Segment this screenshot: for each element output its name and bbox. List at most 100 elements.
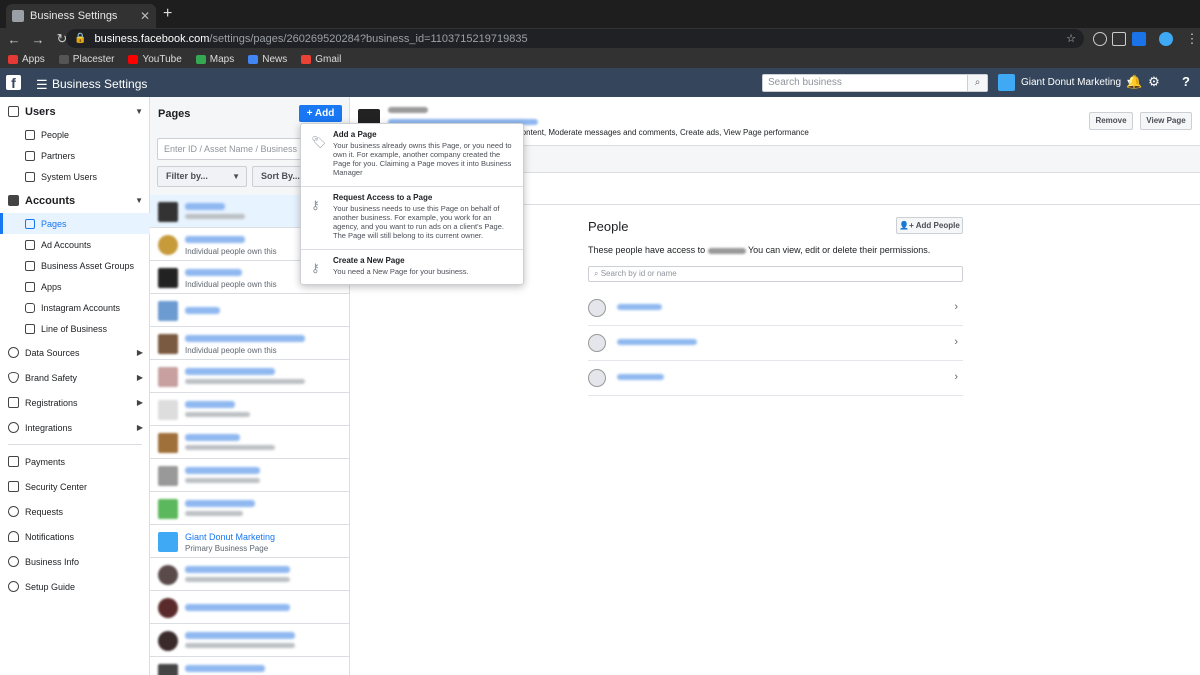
nav-requests[interactable]: Requests bbox=[0, 501, 150, 522]
bell-icon[interactable]: 🔔 bbox=[1126, 75, 1142, 89]
news-icon bbox=[248, 54, 259, 64]
remove-button[interactable]: Remove bbox=[1089, 112, 1133, 130]
nav-notifications[interactable]: Notifications bbox=[0, 526, 150, 547]
asset-search-input[interactable]: Enter ID / Asset Name / Business Name bbox=[157, 138, 307, 160]
nav-line-of-business[interactable]: Line of Business bbox=[0, 318, 150, 339]
nav-business-info[interactable]: Business Info bbox=[0, 551, 150, 572]
nav-users[interactable]: Users ▼ bbox=[0, 101, 150, 122]
nav-payments[interactable]: Payments bbox=[0, 451, 150, 472]
gmail-icon bbox=[301, 54, 312, 64]
page-row[interactable] bbox=[150, 426, 349, 459]
page-row[interactable] bbox=[150, 294, 349, 327]
facebook-logo-icon[interactable]: f bbox=[6, 75, 21, 91]
profile-avatar[interactable] bbox=[1159, 32, 1173, 46]
forward-icon[interactable]: → bbox=[28, 32, 48, 47]
menu-dots-icon[interactable]: ⋮ bbox=[1182, 31, 1200, 47]
person-avatar-icon bbox=[588, 369, 606, 387]
add-page-button[interactable]: + Add bbox=[299, 105, 342, 122]
bookmark-star-icon[interactable]: ☆ bbox=[1066, 32, 1076, 45]
page-row[interactable] bbox=[150, 393, 349, 426]
bookmark-maps[interactable]: Maps bbox=[195, 54, 234, 65]
accounts-icon bbox=[8, 195, 19, 206]
extension-icon[interactable] bbox=[1132, 32, 1146, 46]
add-people-button[interactable]: 👤+ Add People bbox=[896, 217, 963, 234]
chevron-right-icon: ▶ bbox=[136, 348, 143, 357]
gear-icon[interactable]: ⚙ bbox=[1147, 75, 1161, 89]
nav-instagram[interactable]: Instagram Accounts bbox=[0, 297, 150, 318]
menu-item-create-page[interactable]: ⚷ Create a New Page You need a New Page … bbox=[301, 256, 523, 276]
nav-data-sources[interactable]: Data Sources ▶ bbox=[0, 342, 150, 363]
page-row[interactable] bbox=[150, 591, 349, 624]
person-row[interactable]: › bbox=[588, 291, 963, 326]
browser-tab[interactable]: Business Settings ✕ bbox=[6, 4, 156, 28]
nav-people[interactable]: People bbox=[0, 124, 150, 145]
new-tab-icon[interactable]: + bbox=[163, 5, 172, 23]
page-name bbox=[185, 269, 242, 276]
business-logo bbox=[998, 74, 1015, 91]
menu-item-add-page[interactable]: 🏷 Add a Page Your business already owns … bbox=[301, 130, 523, 177]
chevron-down-icon: ▼ bbox=[135, 196, 143, 205]
chevron-right-icon: ▶ bbox=[136, 373, 143, 382]
page-row[interactable] bbox=[150, 360, 349, 393]
page-name bbox=[185, 665, 265, 672]
back-icon[interactable]: ← bbox=[4, 32, 24, 47]
nav-ad-accounts[interactable]: Ad Accounts bbox=[0, 234, 150, 255]
page-name bbox=[185, 434, 240, 441]
page-name bbox=[185, 307, 220, 314]
close-tab-icon[interactable]: ✕ bbox=[140, 9, 150, 23]
nav-asset-groups[interactable]: Business Asset Groups bbox=[0, 255, 150, 276]
nav-system-users[interactable]: System Users bbox=[0, 166, 150, 187]
page-row[interactable]: Individual people own this bbox=[150, 327, 349, 360]
nav-partners[interactable]: Partners bbox=[0, 145, 150, 166]
nav-setup-guide[interactable]: Setup Guide bbox=[0, 576, 150, 597]
page-subtitle: Individual people own this bbox=[185, 247, 277, 256]
page-row[interactable] bbox=[150, 657, 349, 675]
nav-integrations[interactable]: Integrations ▶ bbox=[0, 417, 150, 438]
person-name bbox=[617, 304, 662, 310]
view-page-button[interactable]: View Page bbox=[1140, 112, 1192, 130]
page-avatar bbox=[158, 664, 178, 675]
page-avatar bbox=[158, 466, 178, 486]
key-icon: ⚷ bbox=[311, 198, 320, 212]
person-row[interactable]: › bbox=[588, 326, 963, 361]
page-row[interactable] bbox=[150, 459, 349, 492]
business-selector[interactable]: Giant Donut Marketing ▾ bbox=[998, 74, 1132, 91]
bookmark-youtube[interactable]: YouTube bbox=[128, 54, 182, 65]
bookmark-news[interactable]: News bbox=[248, 54, 287, 65]
person-row[interactable]: › bbox=[588, 361, 963, 396]
page-row[interactable] bbox=[150, 558, 349, 591]
extension-icon[interactable] bbox=[1112, 32, 1126, 46]
nav-accounts[interactable]: Accounts ▼ bbox=[0, 190, 150, 211]
url-input[interactable]: 🔒 business.facebook.com/settings/pages/2… bbox=[66, 29, 1084, 48]
bookmark-apps[interactable]: Apps bbox=[8, 54, 45, 65]
menu-item-request-access[interactable]: ⚷ Request Access to a Page Your business… bbox=[301, 193, 523, 240]
add-person-icon: 👤+ bbox=[899, 221, 916, 230]
key-icon bbox=[8, 506, 19, 517]
people-search-input[interactable]: ⌕ Search by id or name bbox=[588, 266, 963, 282]
bookmark-placester[interactable]: Placester bbox=[58, 54, 114, 65]
nav-security-center[interactable]: Security Center bbox=[0, 476, 150, 497]
nav-apps[interactable]: Apps bbox=[0, 276, 150, 297]
bookmark-gmail[interactable]: Gmail bbox=[301, 54, 341, 65]
chevron-down-icon: ▼ bbox=[135, 107, 143, 116]
nav-pages[interactable]: Pages bbox=[0, 213, 150, 234]
help-icon[interactable]: ? bbox=[1179, 75, 1193, 89]
page-row-giant-donut[interactable]: Giant Donut Marketing Primary Business Pa… bbox=[150, 525, 349, 558]
nav-brand-safety[interactable]: Brand Safety ▶ bbox=[0, 367, 150, 388]
placester-icon bbox=[58, 54, 69, 64]
person-avatar-icon bbox=[588, 334, 606, 352]
users-icon bbox=[8, 106, 19, 117]
page-row[interactable] bbox=[150, 492, 349, 525]
person-name bbox=[617, 339, 697, 345]
page-row[interactable] bbox=[150, 624, 349, 657]
page-name bbox=[185, 401, 235, 408]
hamburger-menu-icon[interactable]: ☰ bbox=[36, 77, 48, 93]
nav-registrations[interactable]: Registrations ▶ bbox=[0, 392, 150, 413]
filter-dropdown[interactable]: Filter by... ▼ bbox=[157, 166, 247, 187]
page-name bbox=[185, 604, 290, 611]
extension-icon[interactable] bbox=[1093, 32, 1107, 46]
search-icon[interactable]: ⌕ bbox=[967, 75, 987, 91]
search-business-input[interactable]: Search business ⌕ bbox=[762, 74, 988, 92]
chevron-right-icon: ▶ bbox=[136, 398, 143, 407]
sort-dropdown[interactable]: Sort By... bbox=[252, 166, 306, 187]
